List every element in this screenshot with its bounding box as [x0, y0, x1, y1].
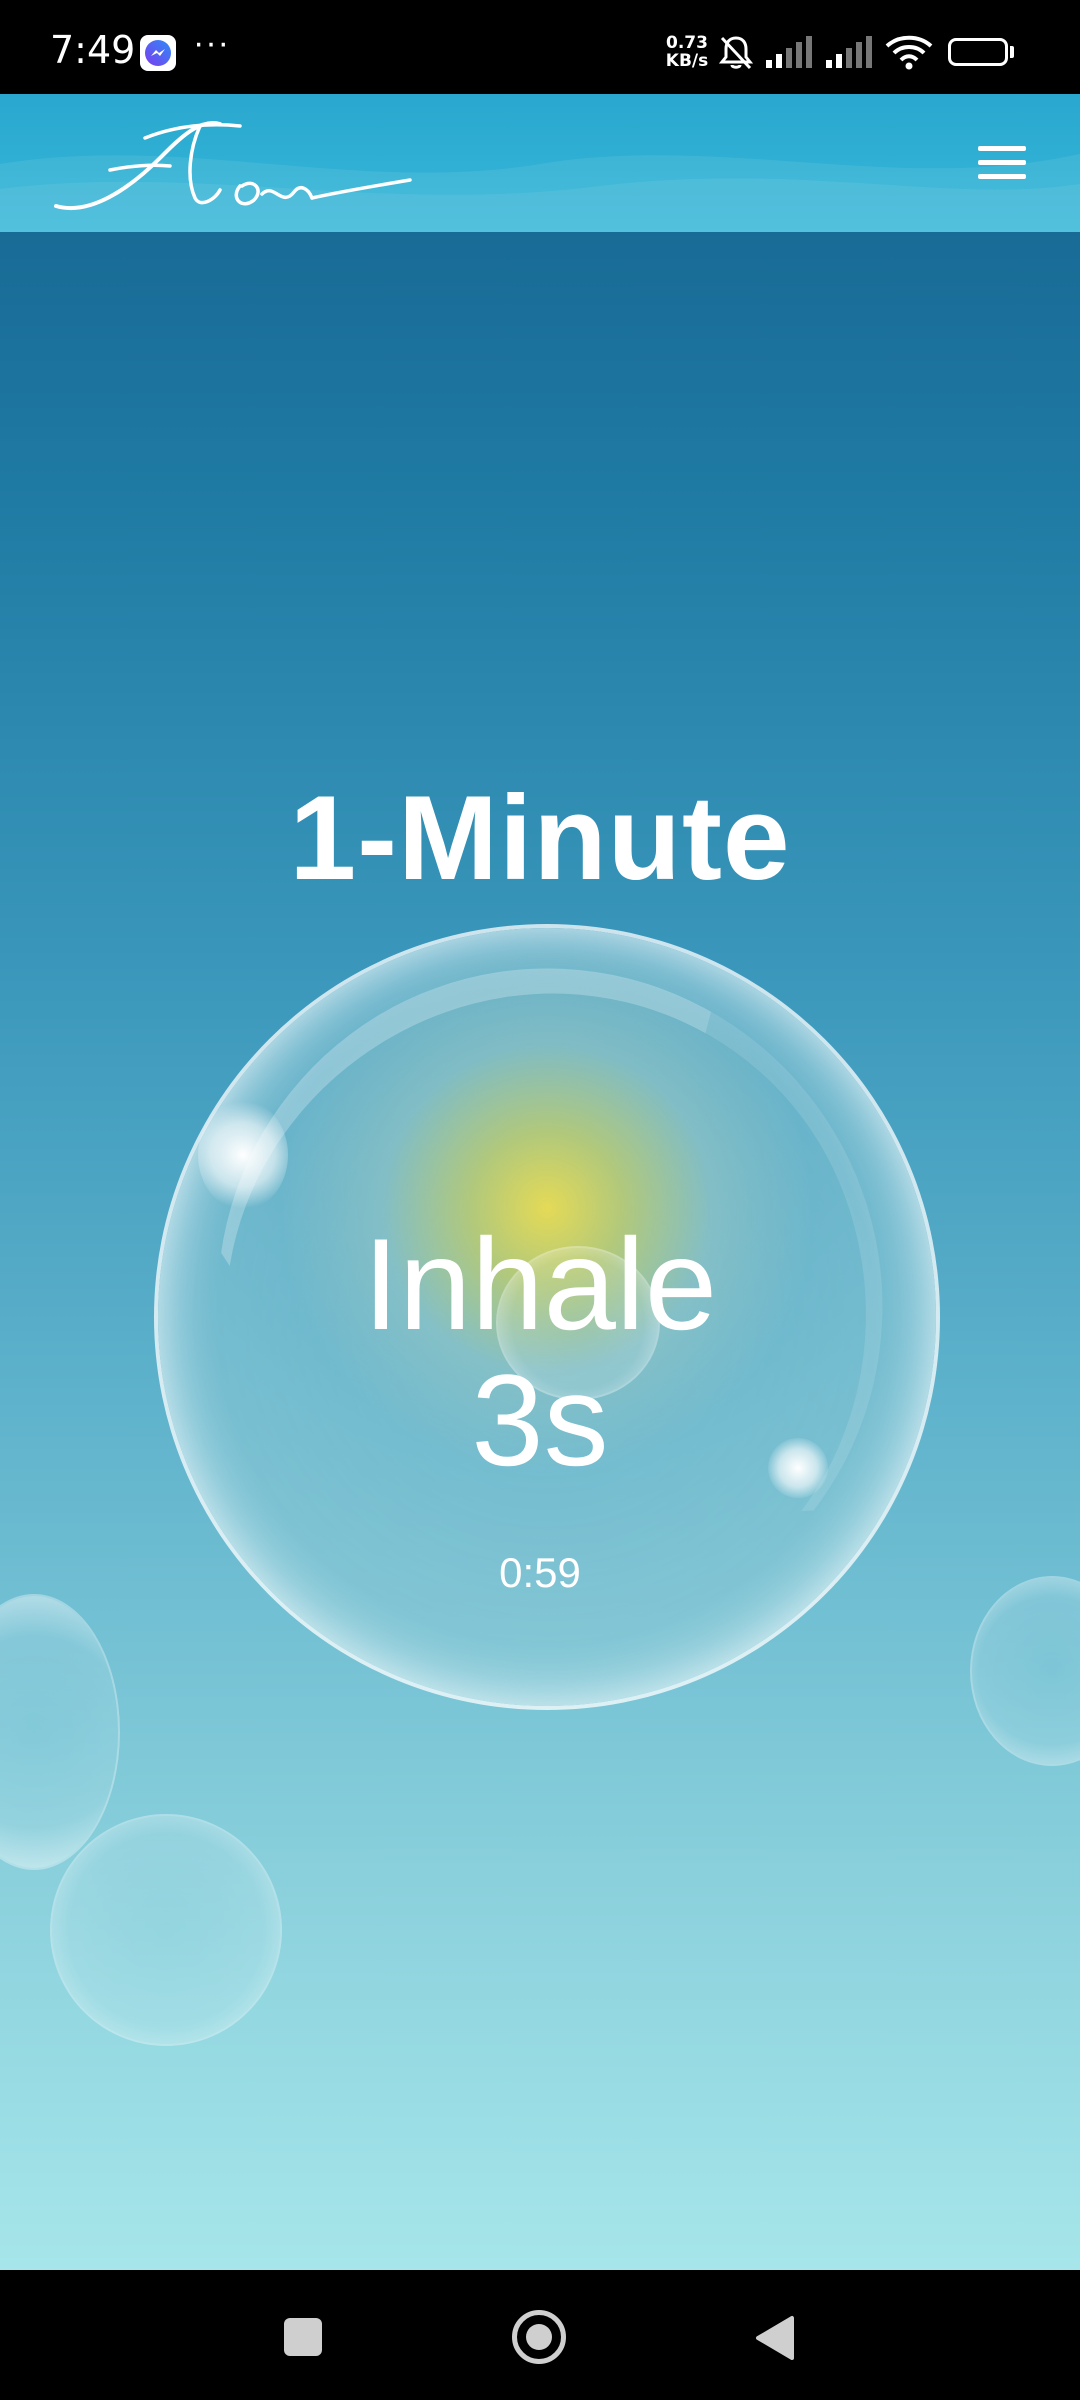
net-speed: 0.73 KB/s — [662, 34, 712, 70]
signal-strength-icon-2 — [826, 36, 872, 68]
app-header — [0, 94, 1080, 232]
exercise-title: 1-Minute — [289, 771, 791, 905]
menu-line-icon — [978, 174, 1026, 179]
hamburger-menu-button[interactable] — [972, 142, 1032, 184]
back-button[interactable] — [752, 2314, 796, 2362]
system-nav-bar — [0, 2270, 1080, 2400]
menu-line-icon — [978, 160, 1026, 165]
flon-logo[interactable] — [50, 108, 420, 218]
phase-countdown: 3s — [471, 1347, 609, 1493]
session-timer: 0:59 — [499, 1549, 581, 1596]
home-dot-icon — [526, 2324, 552, 2350]
status-bar: 7:49 ··· 0.73 KB/s 42 — [0, 0, 1080, 94]
background-bubble — [52, 1816, 280, 2044]
screen: 7:49 ··· 0.73 KB/s 42 1-Minute Inhale 3s… — [0, 0, 1080, 2400]
battery-icon: 42 — [948, 38, 1008, 66]
net-speed-unit: KB/s — [665, 51, 709, 71]
background-bubble — [972, 1578, 1080, 1764]
status-time: 7:49 — [50, 28, 136, 72]
battery-percentage: 42 — [964, 39, 992, 63]
wifi-icon — [885, 35, 933, 70]
net-speed-value: 0.73 — [666, 33, 708, 53]
menu-line-icon — [978, 146, 1026, 151]
background-bubble — [0, 1596, 118, 1868]
recents-button[interactable] — [284, 2318, 322, 2356]
messenger-notification-icon — [140, 35, 176, 71]
bubble-highlight — [198, 1100, 288, 1210]
home-button[interactable] — [512, 2310, 566, 2364]
bell-muted-icon — [718, 36, 754, 70]
app-content: 1-Minute Inhale 3s 0:59 — [0, 94, 1080, 2270]
breath-phase: Inhale — [362, 1211, 718, 1357]
battery-tip — [1010, 46, 1014, 58]
signal-strength-icon-1 — [766, 36, 812, 68]
more-notifications-icon: ··· — [193, 24, 230, 62]
